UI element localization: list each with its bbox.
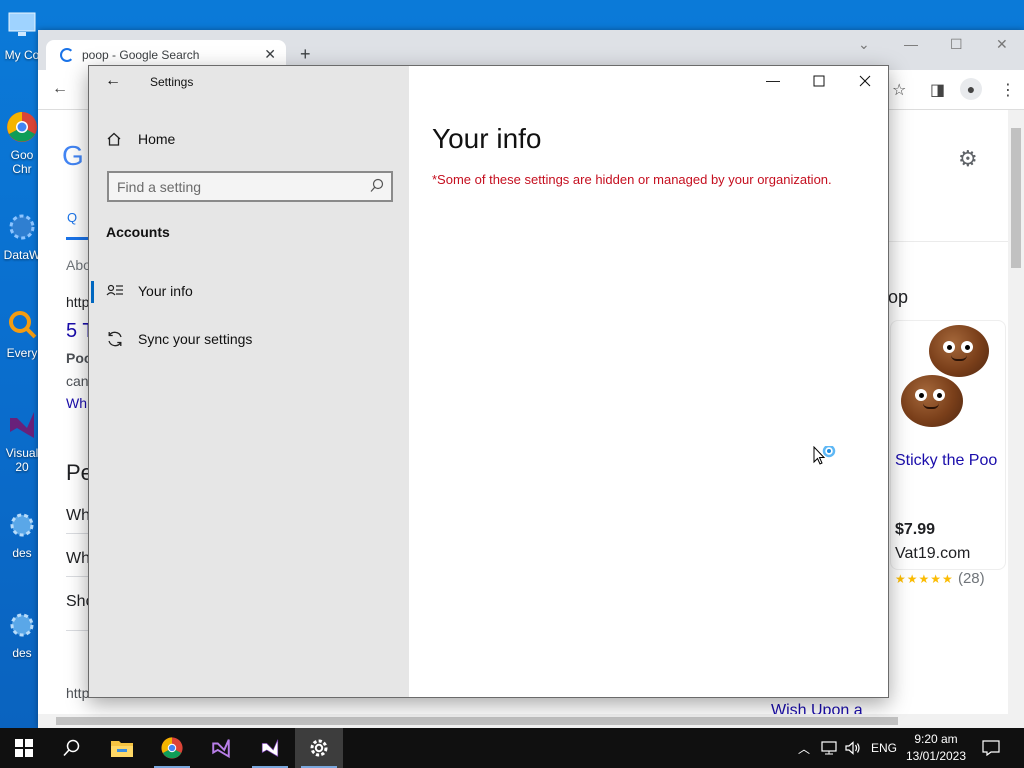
google-logo-fragment: G (62, 140, 84, 171)
network-icon[interactable] (820, 728, 838, 768)
back-arrow-icon[interactable]: ← (105, 72, 121, 90)
page-title: Your info (432, 123, 542, 154)
section-header: Accounts (106, 224, 170, 240)
taskbar: ︿ ENG 9:20 am 13/01/2023 (0, 728, 1024, 768)
chrome-icon (161, 737, 183, 759)
clock-time: 9:20 am (914, 732, 958, 746)
question-fragment[interactable]: Wh (66, 507, 90, 525)
poop-emoji-image (901, 375, 963, 427)
star-rating-icon: ★★★★★ (895, 572, 954, 586)
settings-gear-icon (310, 739, 328, 757)
find-setting-search[interactable] (107, 171, 393, 202)
settings-window: ← Settings Home Accounts Your info Sync … (88, 65, 889, 698)
scrollbar-thumb[interactable] (56, 717, 898, 725)
maximize-icon[interactable]: ☐ (950, 36, 963, 53)
tab-strip: poop - Google Search ✕ + ⌄ — ☐ ✕ (38, 30, 1024, 70)
bookmark-star-icon[interactable]: ☆ (892, 80, 906, 100)
search-icon (63, 739, 80, 757)
horizontal-scrollbar[interactable] (38, 714, 1008, 728)
magnifier-icon (9, 311, 37, 339)
taskbar-chrome[interactable] (148, 728, 196, 768)
taskbar-search-button[interactable] (48, 728, 96, 768)
result-link-fragment[interactable]: Wh (66, 395, 87, 411)
taskbar-visual-studio[interactable] (197, 728, 245, 768)
volume-icon[interactable] (844, 728, 862, 768)
gear-icon[interactable]: ⚙ (958, 146, 978, 172)
system-clock[interactable]: 9:20 am 13/01/2023 (900, 731, 972, 765)
chrome-icon (7, 112, 37, 142)
product-image (891, 321, 1007, 437)
side-panel-icon[interactable]: ◨ (930, 80, 945, 100)
visual-studio-icon (212, 739, 230, 759)
chevron-up-icon: ︿ (798, 741, 811, 756)
contact-info-icon (106, 284, 123, 296)
shopping-heading-fragment: op (888, 287, 909, 307)
busy-cursor-icon (813, 446, 836, 465)
taskbar-settings[interactable] (295, 728, 343, 768)
home-icon (107, 132, 121, 146)
new-tab-button[interactable]: + (300, 44, 311, 65)
minimize-icon[interactable]: — (904, 36, 918, 52)
minimize-button[interactable]: — (750, 72, 796, 92)
close-icon[interactable]: ✕ (996, 36, 1008, 53)
loading-spinner-icon (60, 48, 74, 62)
profile-avatar-icon[interactable]: ● (960, 78, 982, 100)
menu-dots-icon[interactable]: ⋮ (1000, 80, 1016, 100)
browser-tab-title: poop - Google Search (82, 48, 200, 62)
notification-icon (982, 740, 1000, 756)
result-url-fragment: http (66, 685, 90, 701)
product-price: $7.99 (895, 521, 936, 538)
gear-file-icon (10, 513, 34, 537)
show-hidden-icons[interactable]: ︿ (798, 728, 810, 768)
review-count: (28) (957, 570, 985, 587)
product-seller: Vat19.com (895, 545, 971, 562)
managed-settings-notice: *Some of these settings are hidden or ma… (432, 172, 832, 187)
sidebar-item-label: Your info (138, 283, 193, 299)
action-center-button[interactable] (982, 728, 1000, 768)
result-url-fragment: http (66, 294, 90, 310)
gear-cluster-icon (9, 214, 35, 240)
result-snippet-fragment: can (66, 373, 89, 389)
divider (66, 533, 88, 534)
poop-emoji-image (929, 325, 989, 377)
question-fragment[interactable]: Wh (66, 550, 90, 568)
nav-home[interactable]: Home (106, 128, 175, 150)
close-button[interactable] (842, 72, 888, 92)
settings-sidebar: ← Settings Home Accounts Your info Sync … (89, 66, 409, 697)
vertical-scrollbar[interactable] (1008, 110, 1024, 728)
taskbar-file-explorer[interactable] (98, 728, 146, 768)
windows-logo-icon (15, 739, 33, 757)
file-explorer-icon (111, 741, 133, 757)
active-tab-underline (66, 237, 88, 240)
product-title[interactable]: Sticky the Poo (895, 449, 1005, 473)
language-indicator[interactable]: ENG (871, 728, 897, 768)
visual-studio-icon (10, 412, 34, 438)
search-input[interactable] (117, 177, 362, 196)
window-title: Settings (150, 75, 194, 89)
shopping-card[interactable]: Sticky the Poo $7.99 Vat19.com ★★★★★ (28… (890, 320, 1007, 587)
gear-file-icon (10, 613, 34, 637)
divider (66, 630, 88, 631)
start-button[interactable] (0, 728, 48, 768)
search-icon (370, 178, 384, 192)
close-tab-icon[interactable]: ✕ (264, 46, 276, 63)
computer-icon (8, 12, 36, 36)
product-rating: ★★★★★ (28) (895, 570, 985, 587)
sidebar-item-label: Sync your settings (138, 331, 253, 347)
tab-search-icon[interactable]: ⌄ (858, 36, 870, 53)
back-arrow-icon[interactable]: ← (52, 80, 68, 98)
all-tab-search-icon[interactable]: Q (67, 210, 77, 225)
scrollbar-thumb[interactable] (1011, 128, 1021, 268)
nav-home-label: Home (138, 131, 176, 147)
sync-icon (108, 331, 122, 347)
sidebar-item-your-info[interactable]: Your info (89, 272, 409, 310)
divider (66, 576, 88, 577)
selected-indicator (91, 281, 94, 303)
divider (888, 241, 1008, 242)
visual-studio-active-icon (261, 739, 279, 757)
maximize-button[interactable] (796, 72, 842, 92)
taskbar-visual-studio-running[interactable] (246, 728, 294, 768)
sidebar-item-sync-settings[interactable]: Sync your settings (89, 320, 409, 358)
clock-date: 13/01/2023 (905, 749, 967, 763)
